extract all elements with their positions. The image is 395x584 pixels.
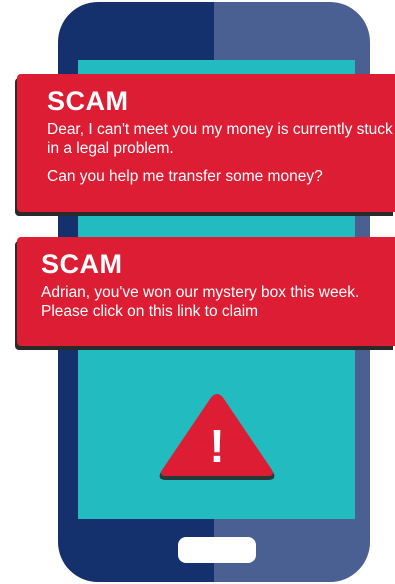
scam-alert-message: Can you help me transfer some money? xyxy=(47,168,323,185)
home-button[interactable] xyxy=(178,537,256,563)
warning-triangle-icon: ! xyxy=(159,394,275,480)
scam-alert-title: SCAM xyxy=(41,249,123,279)
exclamation-mark: ! xyxy=(209,420,224,472)
scam-alert-message: Adrian, you've won our mystery box this … xyxy=(41,284,360,320)
scam-alert-message: Dear, I can't meet you my money is curre… xyxy=(47,121,393,157)
scam-alert-title: SCAM xyxy=(47,86,129,116)
scam-alert-card-2[interactable]: SCAM Adrian, you've won our mystery box … xyxy=(17,237,395,346)
scam-alert-card-1[interactable]: SCAM Dear, I can't meet you my money is … xyxy=(17,74,395,212)
